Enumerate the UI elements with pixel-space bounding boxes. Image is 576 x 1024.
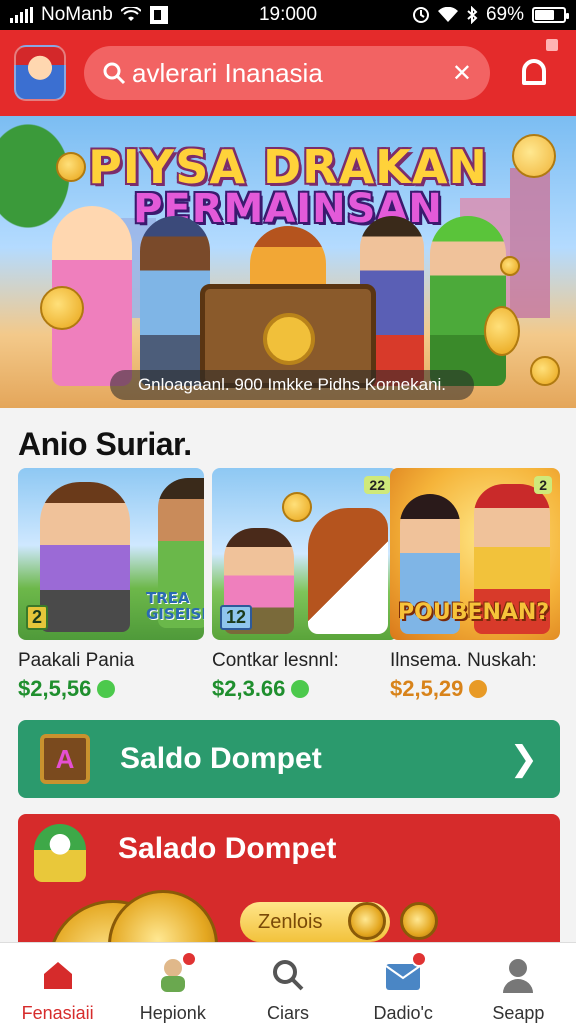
bluetooth-icon bbox=[467, 6, 478, 24]
wallet-balance-card[interactable]: Salado Dompet Zenlois bbox=[18, 814, 560, 954]
nav-item-home[interactable]: Fenasiaii bbox=[0, 943, 115, 1024]
card-price: $2,3.66 bbox=[212, 676, 398, 702]
nav-label: Ciars bbox=[267, 1003, 310, 1023]
mail-icon bbox=[383, 951, 428, 995]
game-card-image: TREA GISEISES 2 bbox=[18, 468, 204, 640]
character-boy bbox=[40, 482, 130, 632]
notification-badge bbox=[546, 39, 558, 51]
game-card[interactable]: TREA GISEISES 2 Paakali Pania $2,5,56 bbox=[18, 468, 204, 702]
coin-icon bbox=[56, 152, 86, 182]
nav-label: Fenasiaii bbox=[21, 1003, 94, 1023]
coin-icon bbox=[400, 902, 438, 940]
game-card-image: 22 12 bbox=[212, 468, 398, 640]
card-overlay-text: TREA GISEISES bbox=[146, 589, 204, 623]
promo-banner[interactable]: PIYSA DRAKAN PERMAINSAN bbox=[0, 116, 576, 408]
price-value: $2,5,29 bbox=[390, 676, 464, 701]
nav-item-mail[interactable]: Dadio'c bbox=[346, 943, 461, 1024]
coin-icon bbox=[97, 680, 116, 698]
coin-icon bbox=[530, 356, 560, 386]
game-card[interactable]: POUBENAN? 2 Ilnsema. Nuskah: $2,5,29 bbox=[390, 468, 560, 702]
status-time: 19:000 bbox=[258, 4, 318, 25]
chevron-right-icon: ❯ bbox=[509, 740, 539, 778]
nav-label: Hepionk bbox=[139, 1003, 206, 1023]
price-value: $2,5,56 bbox=[18, 676, 92, 701]
wallet-label: Saldo Dompet bbox=[120, 742, 322, 775]
wallet-label: Salado Dompet bbox=[118, 832, 337, 865]
coin-icon bbox=[500, 256, 520, 276]
character-boy bbox=[430, 216, 506, 386]
coin-icon bbox=[282, 492, 312, 522]
nav-item-profile[interactable]: Seapp bbox=[461, 943, 576, 1024]
card-title: Paakali Pania bbox=[18, 650, 135, 671]
bottom-navigation: Fenasiaii Hepionk Ciars Dadio'c Seapp bbox=[0, 942, 576, 1024]
game-frame-icon: A bbox=[40, 734, 90, 784]
card-badge: 12 bbox=[220, 605, 253, 630]
nav-item-character[interactable]: Hepionk bbox=[115, 943, 230, 1024]
wallet-balance-button[interactable]: A Saldo Dompet ❯ bbox=[18, 720, 560, 798]
carrier-name: NoManb bbox=[41, 4, 113, 25]
coin-icon bbox=[40, 286, 84, 330]
pill-label: Zenlois bbox=[258, 910, 323, 933]
status-bar: NoManb 19:000 69% bbox=[0, 0, 576, 30]
character-icon bbox=[153, 951, 197, 995]
search-icon bbox=[103, 62, 126, 85]
wifi-icon bbox=[120, 7, 141, 21]
profile-icon bbox=[498, 955, 538, 995]
battery-icon bbox=[532, 7, 569, 23]
card-overlay-text: POUBENAN? bbox=[398, 600, 550, 625]
banner-caption: Gnloagaanl. 900 Imkke Pidhs Kornekani. bbox=[110, 370, 474, 400]
card-price: $2,5,29 bbox=[390, 676, 560, 702]
sync-icon bbox=[412, 7, 429, 23]
app-header: avlerari Inanasia ✕ bbox=[0, 30, 576, 116]
bell-icon bbox=[522, 59, 546, 85]
search-bar[interactable]: avlerari Inanasia ✕ bbox=[84, 46, 490, 100]
dog-illustration bbox=[308, 508, 388, 634]
card-tag: 2 bbox=[534, 476, 552, 494]
nav-label: Dadio'c bbox=[373, 1003, 433, 1023]
price-value: $2,3.66 bbox=[212, 676, 286, 701]
nav-label: Seapp bbox=[492, 1003, 545, 1023]
coin-icon bbox=[484, 306, 520, 356]
avatar[interactable] bbox=[14, 45, 66, 101]
nav-item-search[interactable]: Ciars bbox=[230, 943, 345, 1024]
game-card-image: POUBENAN? 2 bbox=[390, 468, 560, 640]
section-title: Anio Suriar. bbox=[18, 426, 192, 462]
search-input[interactable]: avlerari Inanasia bbox=[132, 58, 452, 89]
coin-icon bbox=[291, 680, 310, 698]
battery-percent: 69% bbox=[485, 4, 524, 25]
notification-button[interactable] bbox=[516, 39, 558, 91]
coin-icon bbox=[263, 313, 315, 365]
close-icon[interactable]: ✕ bbox=[452, 59, 472, 88]
coin-icon bbox=[348, 902, 386, 940]
clown-icon bbox=[34, 824, 86, 882]
notification-badge bbox=[180, 951, 197, 967]
notification-badge bbox=[411, 951, 428, 967]
card-price: $2,5,56 bbox=[18, 676, 204, 702]
game-card[interactable]: 22 12 Contkar lesnnl: $2,3.66 bbox=[212, 468, 398, 702]
card-title: Contkar lesnnl: bbox=[212, 650, 339, 671]
home-icon bbox=[38, 955, 78, 995]
notification-icon bbox=[149, 6, 168, 24]
wallet-icon-letter: A bbox=[55, 743, 75, 774]
coin-icon bbox=[469, 680, 488, 698]
card-tag: 22 bbox=[364, 476, 390, 494]
card-title: Ilnsema. Nuskah: bbox=[390, 650, 537, 671]
signal-icon bbox=[10, 7, 33, 23]
card-badge: 2 bbox=[26, 605, 49, 630]
search-icon bbox=[268, 955, 308, 995]
wifi-icon bbox=[437, 7, 458, 22]
bear-mascot-icon bbox=[512, 134, 556, 178]
game-card-list: TREA GISEISES 2 Paakali Pania $2,5,56 22… bbox=[18, 468, 560, 701]
